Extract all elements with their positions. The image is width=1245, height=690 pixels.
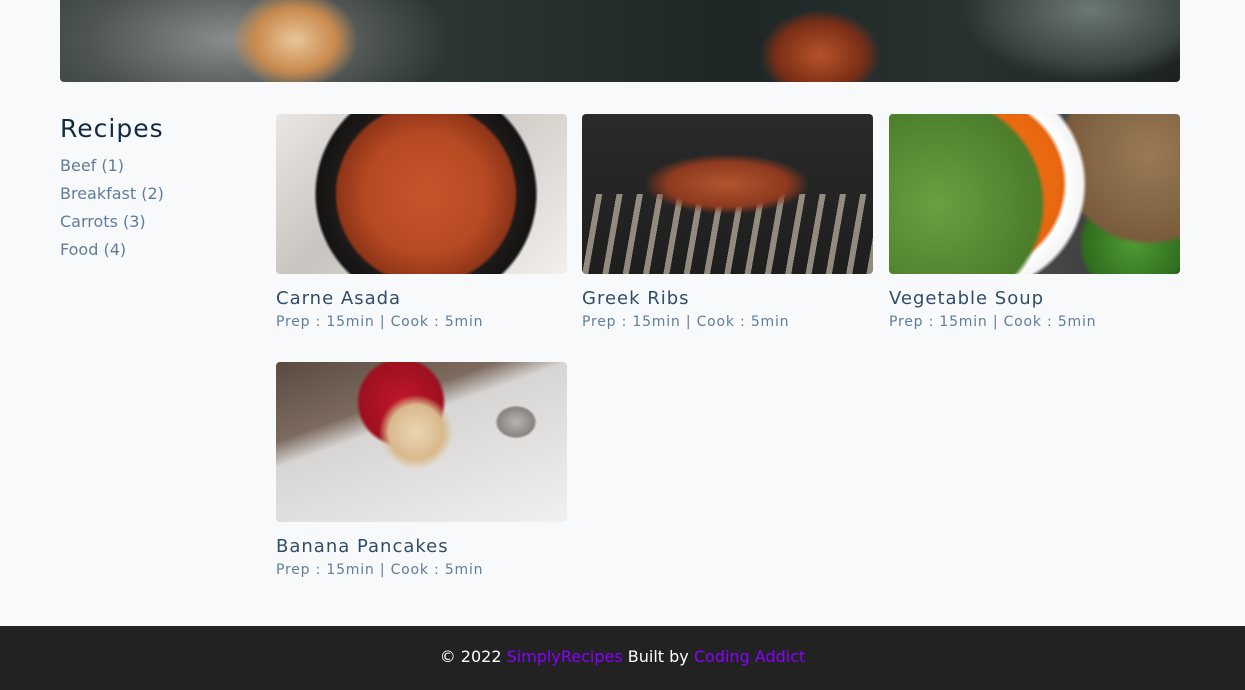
site-name-link[interactable]: SimplyRecipes [507,647,623,666]
copyright-text: © 2022 [439,647,502,666]
recipe-card-vegetable-soup[interactable]: Vegetable Soup Prep : 15min | Cook : 5mi… [889,114,1180,331]
recipe-title: Banana Pancakes [276,536,449,557]
page-footer: © 2022 SimplyRecipes Built by Coding Add… [0,626,1245,690]
tag-list: Beef (1) Breakfast (2) Carrots (3) Food … [60,152,260,264]
sidebar-heading: Recipes [60,114,164,143]
recipe-image [582,114,873,274]
recipe-title: Greek Ribs [582,288,690,309]
recipe-time-info: Prep : 15min | Cook : 5min [276,314,484,330]
recipe-title: Carne Asada [276,288,402,309]
recipe-title: Vegetable Soup [889,288,1045,309]
recipe-image [276,114,567,274]
recipe-image [889,114,1180,274]
recipe-card-banana-pancakes[interactable]: Banana Pancakes Prep : 15min | Cook : 5m… [276,362,567,579]
recipe-card-greek-ribs[interactable]: Greek Ribs Prep : 15min | Cook : 5min [582,114,873,331]
hero-banner-image [60,0,1180,82]
tag-link-food[interactable]: Food (4) [60,236,260,264]
recipe-image [276,362,567,522]
tag-link-carrots[interactable]: Carrots (3) [60,208,260,236]
author-link[interactable]: Coding Addict [694,647,805,666]
built-by-text: Built by [627,647,689,666]
recipe-tags-sidebar: Recipes Beef (1) Breakfast (2) Carrots (… [60,112,260,264]
recipe-time-info: Prep : 15min | Cook : 5min [889,314,1097,330]
tag-link-beef[interactable]: Beef (1) [60,152,260,180]
recipe-time-info: Prep : 15min | Cook : 5min [276,562,484,578]
recipe-time-info: Prep : 15min | Cook : 5min [582,314,790,330]
tag-link-breakfast[interactable]: Breakfast (2) [60,180,260,208]
recipe-card-carne-asada[interactable]: Carne Asada Prep : 15min | Cook : 5min [276,114,567,331]
